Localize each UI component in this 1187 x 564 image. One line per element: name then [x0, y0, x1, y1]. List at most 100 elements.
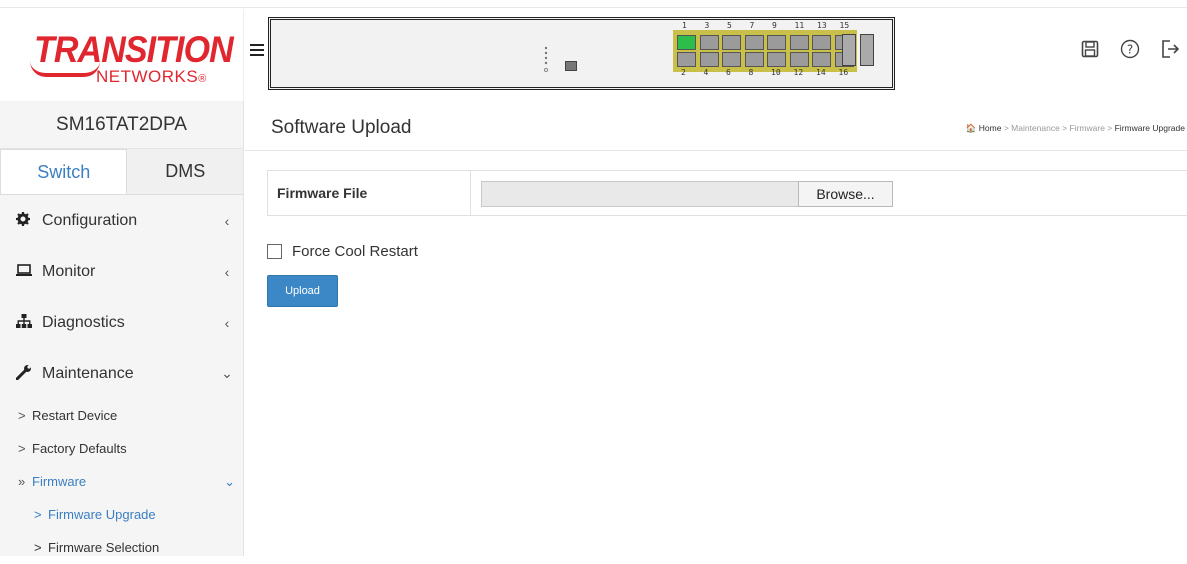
- sidebar-subitem-firmware-upgrade[interactable]: > Firmware Upgrade: [0, 498, 243, 531]
- port-number-label: 10: [771, 68, 781, 77]
- sidebar-item-maintenance[interactable]: Maintenance ⌄: [0, 348, 243, 399]
- port-9[interactable]: [767, 35, 786, 50]
- sidebar-subitem-label: Firmware Selection: [48, 540, 160, 555]
- port-10[interactable]: [767, 52, 786, 67]
- port-number-label: 11: [794, 21, 805, 30]
- firmware-file-label: Firmware File: [268, 171, 471, 215]
- port-number-label: 5: [727, 21, 732, 30]
- port-number-label: 2: [681, 68, 686, 77]
- status-dots-icon: [543, 46, 549, 73]
- port-number-label: 8: [748, 68, 754, 77]
- firmware-file-input[interactable]: [481, 181, 798, 207]
- port-5[interactable]: [722, 35, 741, 50]
- gear-icon: [16, 212, 34, 229]
- hamburger-icon[interactable]: [250, 44, 264, 56]
- port-number-label: 3: [704, 21, 710, 30]
- port-7[interactable]: [744, 35, 764, 50]
- port-11[interactable]: [789, 35, 809, 50]
- port-number-label: 13: [817, 21, 827, 30]
- sidebar-tabs: Switch DMS: [0, 149, 243, 195]
- sidebar-item-diagnostics[interactable]: Diagnostics ‹: [0, 297, 243, 348]
- firmware-file-table: Firmware File Browse...: [267, 170, 1187, 216]
- wrench-icon: [15, 364, 34, 383]
- breadcrumb-maintenance[interactable]: Maintenance: [1011, 123, 1060, 133]
- port-number-label: 7: [749, 21, 755, 30]
- chevron-left-icon: ‹: [224, 212, 230, 229]
- header-toolbar: ?: [1079, 38, 1181, 60]
- port-4[interactable]: [699, 52, 719, 67]
- port-1[interactable]: [677, 35, 696, 50]
- tab-switch[interactable]: Switch: [0, 149, 128, 194]
- caret-icon: >: [34, 540, 42, 555]
- laptop-icon: [16, 263, 34, 280]
- port-number-label: 4: [703, 68, 709, 77]
- page-title: Software Upload: [271, 117, 412, 138]
- svg-text:?: ?: [1127, 43, 1133, 57]
- logo-swoosh: [30, 61, 100, 77]
- device-panel: 1 3 5 7 9 11 13 15 2 4 6 8 10 12 14 16: [268, 17, 895, 90]
- sidebar-item-label: Maintenance: [42, 364, 134, 382]
- upload-button[interactable]: Upload: [267, 275, 338, 307]
- port-number-label: 15: [839, 21, 850, 30]
- sidebar-subitem-label: Firmware Upgrade: [48, 507, 156, 522]
- sfp-port-1[interactable]: [842, 34, 856, 66]
- sidebar-subitem-label: Firmware: [32, 474, 87, 489]
- breadcrumb-separator: >: [1104, 123, 1115, 133]
- sidebar-subitem-label: Restart Device: [32, 408, 118, 423]
- breadcrumb-home[interactable]: Home: [979, 123, 1002, 133]
- sidebar-item-configuration[interactable]: Configuration ‹: [0, 195, 243, 246]
- sidebar-subitem-firmware-selection[interactable]: > Firmware Selection: [0, 531, 243, 564]
- port-number-label: 14: [816, 68, 826, 77]
- breadcrumb-current: Firmware Upgrade: [1114, 123, 1185, 133]
- sidebar-subitem-firmware[interactable]: » Firmware ⌄: [0, 465, 243, 498]
- force-cool-restart-label: Force Cool Restart: [292, 243, 418, 260]
- port-13[interactable]: [812, 35, 831, 50]
- caret-icon: >: [34, 507, 42, 522]
- sidebar-item-label: Monitor: [42, 262, 96, 280]
- port-block: 1 3 5 7 9 11 13 15 2 4 6 8 10 12 14 16: [673, 21, 857, 77]
- chevron-down-icon: ⌄: [224, 473, 235, 489]
- logo: TRANSITION NETWORKS®: [0, 9, 244, 101]
- port-2[interactable]: [677, 52, 696, 67]
- sidebar-subitem-restart-device[interactable]: > Restart Device: [0, 399, 243, 432]
- main-content: Software Upload 🏠 Home > Maintenance > F…: [245, 101, 1187, 556]
- port-6[interactable]: [722, 52, 741, 67]
- logout-icon[interactable]: [1159, 38, 1181, 60]
- port-12[interactable]: [789, 52, 809, 67]
- breadcrumb-firmware[interactable]: Firmware: [1070, 123, 1105, 133]
- save-icon[interactable]: [1079, 38, 1101, 60]
- sidebar-item-monitor[interactable]: Monitor ‹: [0, 246, 243, 297]
- port-14[interactable]: [812, 52, 831, 67]
- port-number-label: 12: [793, 68, 804, 77]
- tab-dms[interactable]: DMS: [127, 149, 243, 194]
- port-3[interactable]: [699, 35, 719, 50]
- port-8[interactable]: [744, 52, 764, 67]
- port-number-label: 1: [682, 21, 687, 30]
- help-icon[interactable]: ?: [1119, 38, 1141, 60]
- chevron-down-icon: ⌄: [221, 365, 233, 381]
- sidebar-item-label: Diagnostics: [42, 313, 125, 331]
- breadcrumb-separator: >: [1059, 123, 1070, 133]
- sfp-port-2[interactable]: [860, 34, 874, 66]
- divider: [245, 150, 1187, 151]
- force-cool-restart-row: Force Cool Restart: [267, 243, 418, 260]
- top-rule: [0, 0, 1187, 8]
- force-cool-restart-checkbox[interactable]: [267, 244, 282, 259]
- chevron-left-icon: ‹: [224, 314, 230, 331]
- caret-icon: >: [18, 441, 26, 456]
- port-number-label: 6: [726, 68, 731, 77]
- logo-wordmark-bottom: NETWORKS®: [96, 67, 207, 86]
- browse-button[interactable]: Browse...: [798, 181, 893, 207]
- device-name: SM16TAT2DPA: [0, 101, 243, 149]
- sidebar-subitem-factory-defaults[interactable]: > Factory Defaults: [0, 432, 243, 465]
- chevron-left-icon: ‹: [224, 263, 230, 280]
- breadcrumb: 🏠 Home > Maintenance > Firmware > Firmwa…: [966, 123, 1185, 134]
- firmware-file-cell: Browse...: [471, 171, 1187, 215]
- port-number-label: 9: [772, 21, 777, 30]
- sidebar: SM16TAT2DPA Switch DMS Configuration ‹ M…: [0, 101, 244, 556]
- double-caret-icon: »: [18, 474, 26, 489]
- console-port[interactable]: [565, 61, 577, 71]
- sitemap-icon: [16, 314, 34, 331]
- breadcrumb-separator: >: [1001, 123, 1012, 133]
- home-icon: 🏠: [965, 123, 977, 133]
